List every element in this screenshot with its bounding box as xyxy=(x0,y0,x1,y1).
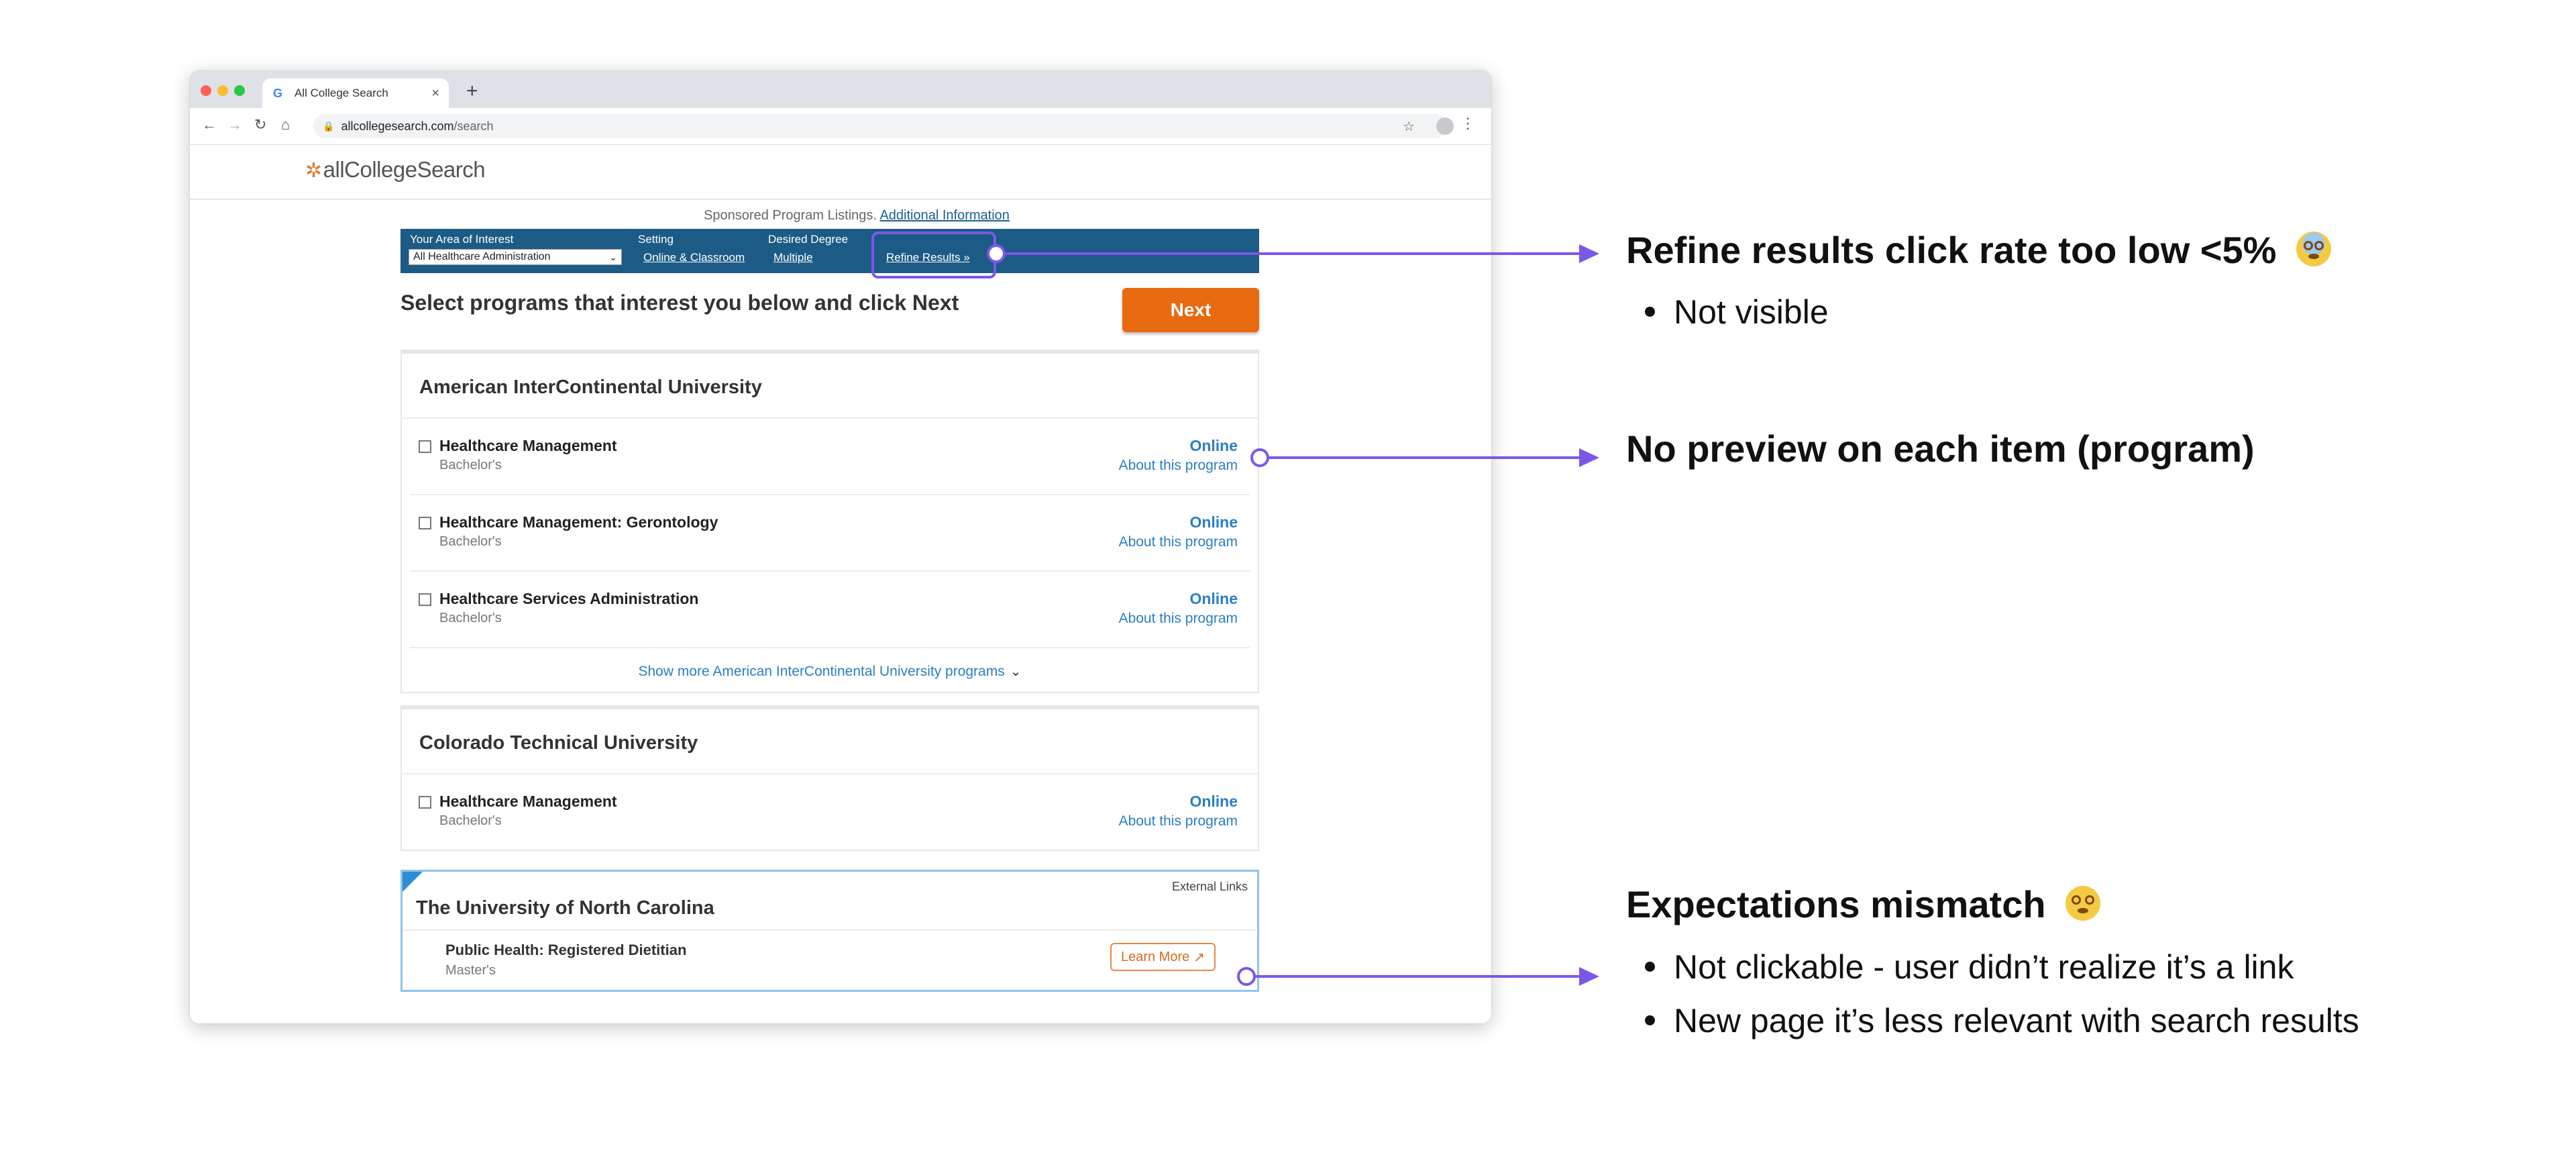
emoji-mouth xyxy=(2308,254,2320,260)
note-bullet: Not clickable - user didn’t realize it’s… xyxy=(1645,948,2294,986)
bullet-dot xyxy=(1645,962,1655,972)
note-bullet: New page it’s less relevant with search … xyxy=(1645,1001,2359,1040)
note-heading-text: Expectations mismatch xyxy=(1626,883,2046,925)
note-bullet-text: Not visible xyxy=(1674,293,1829,331)
emoji-eye xyxy=(2085,895,2095,905)
note-bullet-text: New page it’s less relevant with search … xyxy=(1674,1002,2359,1040)
note-heading-text: Refine results click rate too low <5% xyxy=(1626,229,2277,271)
bullet-dot xyxy=(1645,307,1655,317)
dizzy-face-emoji-icon xyxy=(2065,886,2101,921)
emoji-eye xyxy=(2314,241,2324,251)
note-bullet: Not visible xyxy=(1645,293,1829,332)
note-bullet-text: Not clickable - user didn’t realize it’s… xyxy=(1674,948,2294,986)
note-heading-text: No preview on each item (program) xyxy=(1626,427,2255,470)
connector-dot-preview xyxy=(1250,448,1269,467)
arrowhead-preview xyxy=(1579,448,1599,467)
connector-dot-learn-more xyxy=(1237,967,1256,986)
annotation-connectors xyxy=(987,244,1599,986)
emoji-eye xyxy=(2072,895,2082,905)
fearful-face-emoji-icon xyxy=(2296,232,2332,267)
note-heading-preview: No preview on each item (program) xyxy=(1626,427,2255,470)
connector-dot-refine xyxy=(987,244,1006,263)
arrowhead-refine xyxy=(1579,244,1599,263)
bullet-dot xyxy=(1645,1015,1655,1026)
note-heading-expectations: Expectations mismatch xyxy=(1626,882,2101,926)
arrowhead-learn-more xyxy=(1579,967,1599,986)
emoji-eye xyxy=(2304,241,2314,251)
emoji-mouth xyxy=(2078,908,2089,914)
note-heading-refine: Refine results click rate too low <5% xyxy=(1626,228,2332,272)
